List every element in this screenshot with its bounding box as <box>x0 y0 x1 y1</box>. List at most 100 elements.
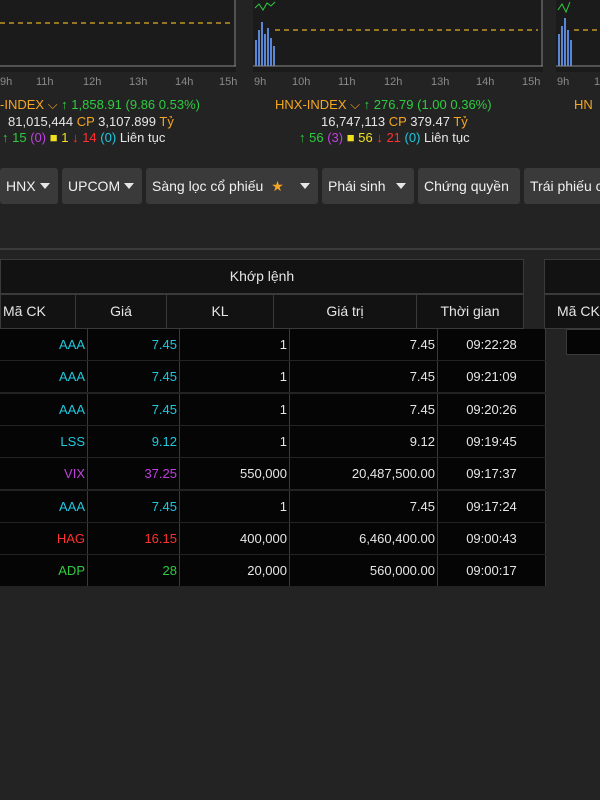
vnindex-change: (9.86 0.53%) <box>125 97 200 112</box>
hnx-tick: 13h <box>431 76 450 88</box>
hnx-headline[interactable]: HNX-INDEX ⌵ ↑ 276.79 (1.00 0.36%) <box>275 97 492 113</box>
arrow-up-icon: ↑ <box>363 97 371 112</box>
row-symbol: AAA <box>0 329 88 360</box>
vnindex-value-traded: 3,107.899 <box>98 114 156 129</box>
tab-warrants[interactable]: Chứng quyền <box>418 168 520 204</box>
row-value: 6,460,400.00 <box>290 522 438 554</box>
table-row[interactable]: AAA 7.45 1 7.45 09:17:24 <box>0 490 546 523</box>
hnx-tick: 15h <box>522 76 541 88</box>
row-price: 37.25 <box>88 458 180 490</box>
vnindex-tick: 15h <box>219 76 238 88</box>
row-volume: 550,000 <box>180 458 290 490</box>
row-time: 09:00:17 <box>438 555 546 587</box>
hnx-name: HNX-INDEX <box>275 97 347 112</box>
hnx-ceiling-count: (3) <box>327 130 344 145</box>
hnx-down-count: 21 <box>386 130 401 145</box>
hnx-floor-count: (0) <box>404 130 421 145</box>
hnx-chart-svg <box>253 0 543 67</box>
row-value: 9.12 <box>290 425 438 457</box>
arrow-down-icon: ↓ <box>72 130 79 145</box>
vnindex-chart[interactable] <box>0 0 236 72</box>
row-time: 09:21:09 <box>438 361 546 393</box>
hnx-tick: 14h <box>476 76 495 88</box>
tab-hnx[interactable]: HNX <box>0 168 58 204</box>
table-row[interactable]: HAG 16.15 400,000 6,460,400.00 09:00:43 <box>0 522 546 555</box>
col-header-volume[interactable]: KL <box>166 294 274 329</box>
tab-upcom[interactable]: UPCOM <box>62 168 142 204</box>
tab-stock-screener[interactable]: Sàng lọc cổ phiếu ★ <box>146 168 318 204</box>
upcom-name[interactable]: HN <box>574 97 593 112</box>
tab-label: Phái sinh <box>328 178 386 194</box>
row-volume: 1 <box>180 361 290 393</box>
arrow-up-icon: ↑ <box>2 130 9 145</box>
row-value: 20,487,500.00 <box>290 458 438 490</box>
caret-down-icon <box>396 183 406 189</box>
row-symbol: HAG <box>0 522 88 554</box>
table-title: Khớp lệnh <box>0 259 524 294</box>
right-table-title <box>544 259 600 294</box>
hnx-tick: 9h <box>254 76 267 88</box>
hnx-flat-count: 56 <box>358 130 373 145</box>
hnx-tick: 10h <box>292 76 311 88</box>
table-row[interactable]: AAA 7.45 1 7.45 09:21:09 <box>0 361 546 393</box>
right-table-row <box>566 329 600 355</box>
table-row[interactable]: VIX 37.25 550,000 20,487,500.00 09:17:37 <box>0 458 546 490</box>
vnindex-tick: 9h <box>0 76 13 88</box>
row-volume: 1 <box>180 490 290 522</box>
vnindex-name: -INDEX <box>0 97 45 112</box>
arrow-down-icon: ↓ <box>376 130 383 145</box>
tab-label: HNX <box>6 178 36 194</box>
row-volume: 400,000 <box>180 522 290 554</box>
chevron-down-icon[interactable]: ⌵ <box>48 97 58 112</box>
row-volume: 1 <box>180 329 290 360</box>
row-value: 7.45 <box>290 393 438 425</box>
tab-bonds[interactable]: Trái phiếu c <box>524 168 600 204</box>
upcom-tick: 9h <box>557 76 570 88</box>
upcom-chart[interactable] <box>556 0 600 72</box>
row-time: 09:00:43 <box>438 522 546 554</box>
col-header-symbol[interactable]: Mã CK <box>0 294 76 329</box>
vnindex-status: Liên tục <box>119 130 166 145</box>
hnx-volume: 16,747,113 <box>321 114 386 129</box>
hnx-change: (1.00 0.36%) <box>417 97 492 112</box>
vnindex-unit: Tỷ <box>159 114 174 129</box>
row-time: 09:22:28 <box>438 329 546 360</box>
table-row[interactable]: AAA 7.45 1 7.45 09:22:28 <box>0 329 546 361</box>
right-col-header-symbol[interactable]: Mã CK <box>544 294 600 329</box>
tab-label: Sàng lọc cổ phiếu <box>152 178 264 194</box>
vnindex-value: 1,858.91 <box>71 97 122 112</box>
chevron-down-icon[interactable]: ⌵ <box>350 97 360 112</box>
table-row[interactable]: ADP 28 20,000 560,000.00 09:00:17 <box>0 555 546 587</box>
vnindex-tick: 13h <box>129 76 148 88</box>
row-value: 7.45 <box>290 490 438 522</box>
vnindex-volume: 81,015,444 <box>8 114 74 129</box>
row-symbol: AAA <box>0 361 88 393</box>
flat-square-icon: ■ <box>346 130 355 145</box>
row-symbol: LSS <box>0 425 88 457</box>
col-header-time[interactable]: Thời gian <box>416 294 524 329</box>
section-divider <box>0 248 600 250</box>
row-time: 09:17:24 <box>438 490 546 522</box>
arrow-up-icon: ↑ <box>299 130 306 145</box>
vnindex-tick: 12h <box>83 76 102 88</box>
row-value: 7.45 <box>290 329 438 360</box>
col-header-value[interactable]: Giá trị <box>273 294 417 329</box>
arrow-up-icon: ↑ <box>61 97 68 112</box>
table-row[interactable]: LSS 9.12 1 9.12 09:19:45 <box>0 425 546 458</box>
vnindex-tick: 11h <box>36 76 54 88</box>
star-icon[interactable]: ★ <box>271 178 284 194</box>
col-header-price[interactable]: Giá <box>75 294 167 329</box>
vnindex-headline[interactable]: -INDEX ⌵ ↑ 1,858.91 (9.86 0.53%) <box>0 97 200 113</box>
hnx-chart[interactable] <box>253 0 543 72</box>
row-price: 7.45 <box>88 393 180 425</box>
tab-derivatives[interactable]: Phái sinh <box>322 168 414 204</box>
vnindex-volume-line: 81,015,444 CP 3,107.899 Tỷ <box>8 114 174 129</box>
hnx-volume-line: 16,747,113 CP 379.47 Tỷ <box>321 114 468 129</box>
table-row[interactable]: AAA 7.45 1 7.45 09:20:26 <box>0 393 546 426</box>
row-time: 09:20:26 <box>438 393 546 425</box>
row-symbol: VIX <box>0 458 88 490</box>
hnx-tick: 11h <box>338 76 356 88</box>
upcom-tick: 10h <box>594 76 600 88</box>
row-value: 7.45 <box>290 361 438 393</box>
tab-label: Trái phiếu c <box>530 178 600 194</box>
